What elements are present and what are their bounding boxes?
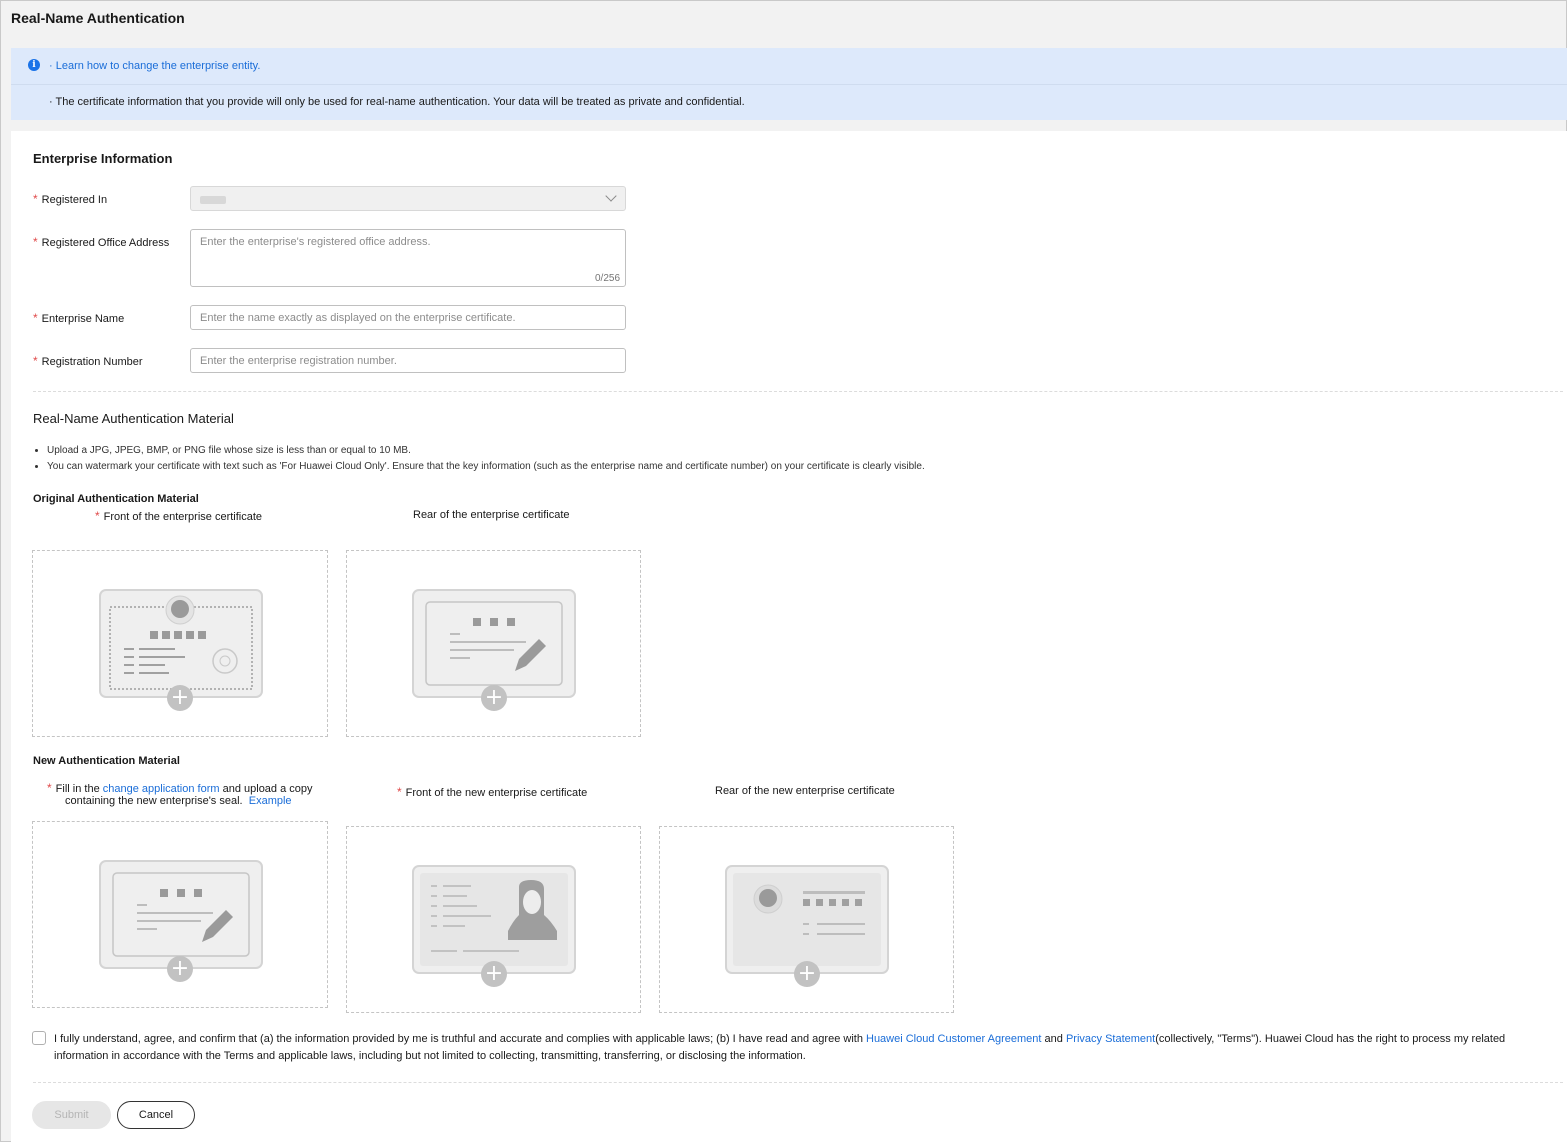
- registration-number-input[interactable]: [190, 348, 626, 373]
- upload-new-front[interactable]: +: [346, 826, 641, 1013]
- address-label: * Registered Office Address: [33, 235, 169, 249]
- plus-icon: +: [167, 956, 193, 982]
- required-marker: *: [397, 785, 402, 799]
- change-application-form-link[interactable]: change application form: [103, 783, 220, 795]
- registered-in-value: [200, 196, 226, 204]
- chevron-down-icon: [605, 190, 617, 202]
- original-rear-caption: Rear of the enterprise certificate: [413, 509, 570, 521]
- info-icon: i: [28, 59, 40, 71]
- new-front-caption-text: Front of the new enterprise certificate: [405, 787, 588, 799]
- plus-icon: +: [481, 685, 507, 711]
- address-label-text: Registered Office Address: [41, 237, 170, 249]
- upload-requirements-list: Upload a JPG, JPEG, BMP, or PNG file who…: [33, 443, 925, 475]
- form-caption-prefix: Fill in the: [55, 783, 103, 795]
- footer-divider: [33, 1082, 1563, 1083]
- form-caption-suffix: and upload a copy: [219, 783, 313, 795]
- section-title-material: Real-Name Authentication Material: [33, 411, 234, 426]
- registered-in-select[interactable]: [190, 186, 626, 211]
- privacy-notice-text: · The certificate information that you p…: [49, 96, 745, 108]
- new-rear-caption: Rear of the new enterprise certificate: [715, 785, 895, 797]
- required-marker: *: [95, 509, 100, 523]
- plus-icon: +: [167, 685, 193, 711]
- original-material-title: Original Authentication Material: [33, 493, 199, 505]
- required-marker: *: [33, 192, 38, 206]
- notice-row: i · Learn how to change the enterprise e…: [11, 48, 1567, 85]
- agreement-text-part1: I fully understand, agree, and confirm t…: [54, 1033, 866, 1045]
- original-front-caption: * Front of the enterprise certificate: [95, 509, 262, 523]
- new-front-caption: * Front of the new enterprise certificate: [397, 785, 587, 799]
- original-front-caption-text: Front of the enterprise certificate: [103, 511, 263, 523]
- example-link[interactable]: Example: [249, 795, 292, 807]
- address-textarea[interactable]: [190, 229, 626, 287]
- upload-application-form[interactable]: +: [32, 821, 328, 1008]
- notice-banner: i · Learn how to change the enterprise e…: [11, 48, 1567, 120]
- upload-original-front[interactable]: +: [32, 550, 328, 737]
- plus-icon: +: [794, 961, 820, 987]
- upload-new-rear[interactable]: +: [659, 826, 954, 1013]
- submit-button[interactable]: Submit: [32, 1101, 111, 1129]
- registered-in-label-text: Registered In: [41, 194, 108, 206]
- change-entity-link[interactable]: · Learn how to change the enterprise ent…: [49, 60, 260, 72]
- new-material-title: New Authentication Material: [33, 755, 180, 767]
- list-item: You can watermark your certificate with …: [47, 459, 925, 475]
- required-marker: *: [33, 235, 38, 249]
- customer-agreement-link[interactable]: Huawei Cloud Customer Agreement: [866, 1033, 1041, 1045]
- enterprise-name-label: * Enterprise Name: [33, 311, 124, 325]
- form-caption-line2: containing the new enterprise's seal.: [65, 795, 243, 807]
- enterprise-name-label-text: Enterprise Name: [41, 313, 125, 325]
- registered-in-label: * Registered In: [33, 192, 107, 206]
- section-title-enterprise: Enterprise Information: [33, 151, 173, 166]
- registration-number-label-text: Registration Number: [41, 356, 143, 368]
- agreement-text-and: and: [1041, 1033, 1066, 1045]
- agreement-text: I fully understand, agree, and confirm t…: [54, 1031, 1554, 1065]
- upload-original-rear[interactable]: +: [346, 550, 641, 737]
- plus-icon: +: [481, 961, 507, 987]
- cancel-button[interactable]: Cancel: [117, 1101, 195, 1129]
- required-marker: *: [33, 354, 38, 368]
- enterprise-name-input[interactable]: [190, 305, 626, 330]
- registration-number-label: * Registration Number: [33, 354, 143, 368]
- required-marker: *: [33, 311, 38, 325]
- address-char-counter: 0/256: [595, 273, 621, 284]
- page-title: Real-Name Authentication: [11, 10, 185, 26]
- privacy-statement-link[interactable]: Privacy Statement: [1066, 1033, 1155, 1045]
- list-item: Upload a JPG, JPEG, BMP, or PNG file who…: [47, 443, 925, 459]
- section-divider: [33, 391, 1563, 392]
- agreement-checkbox[interactable]: [32, 1031, 46, 1045]
- application-form-caption: * Fill in the change application form and…: [47, 782, 327, 807]
- required-marker: *: [47, 781, 52, 795]
